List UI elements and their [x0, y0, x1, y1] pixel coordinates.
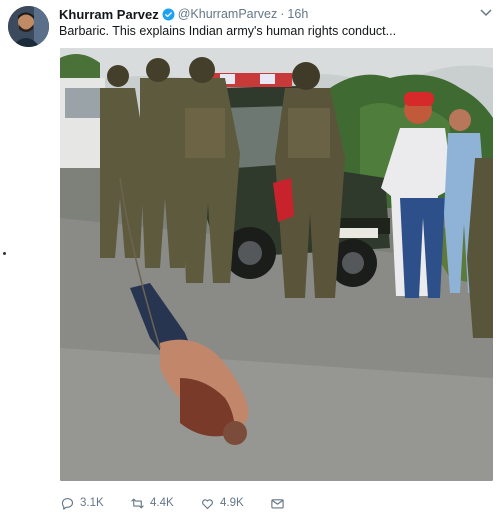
avatar[interactable] — [8, 6, 49, 47]
tweet-actions: 3.1K 4.4K 4.9K — [60, 494, 290, 512]
retweet-count: 4.4K — [150, 497, 174, 509]
direct-message-button[interactable] — [270, 496, 290, 511]
author-name[interactable]: Khurram Parvez — [59, 7, 159, 22]
author-handle[interactable]: @KhurramParvez — [178, 7, 278, 21]
separator-dot: · — [280, 7, 285, 21]
reply-icon — [61, 497, 74, 510]
retweet-icon — [131, 498, 144, 508]
verified-badge-icon — [162, 8, 175, 21]
reply-count: 3.1K — [80, 497, 104, 509]
tweet-timestamp[interactable]: 16h — [287, 7, 308, 21]
tweet-text: Barbaric. This explains Indian army's hu… — [59, 24, 397, 38]
retweet-button[interactable]: 4.4K — [130, 496, 200, 511]
envelope-icon — [271, 498, 284, 508]
like-count: 4.9K — [220, 497, 244, 509]
tweet-header: Khurram Parvez @KhurramParvez · 16h — [59, 5, 308, 23]
tweet-photo[interactable] — [60, 48, 493, 481]
like-button[interactable]: 4.9K — [200, 496, 270, 511]
heart-icon — [202, 498, 213, 509]
reply-button[interactable]: 3.1K — [60, 496, 130, 511]
photo-scene — [60, 48, 493, 481]
chevron-down-icon[interactable] — [480, 8, 492, 18]
avatar-image — [8, 6, 49, 47]
stray-dot — [3, 252, 6, 255]
tweet-card: Khurram Parvez @KhurramParvez · 16h Barb… — [0, 0, 500, 516]
